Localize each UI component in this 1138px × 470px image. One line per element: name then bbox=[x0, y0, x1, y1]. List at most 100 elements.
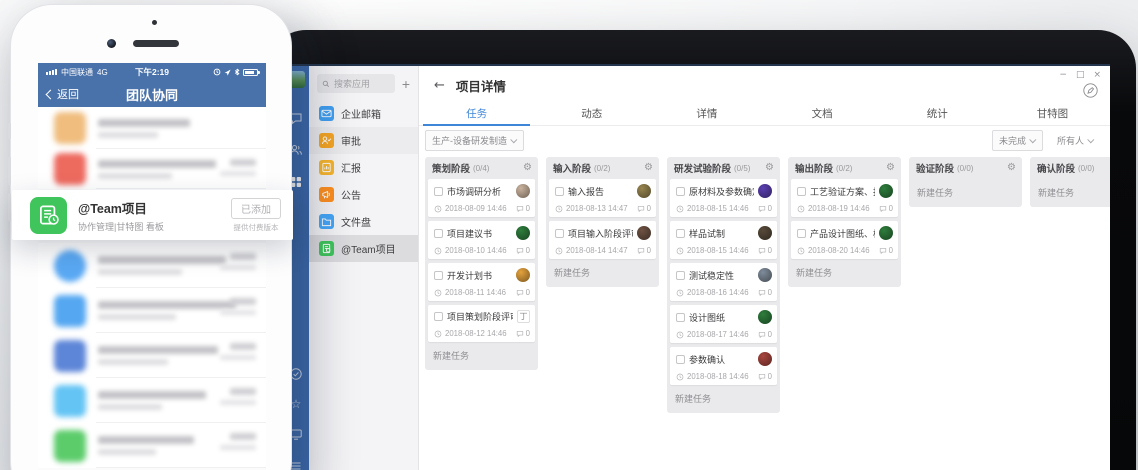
task-checkbox[interactable] bbox=[555, 187, 564, 196]
task-checkbox[interactable] bbox=[797, 229, 806, 238]
task-card[interactable]: 原材料及参数确定 2018-08-15 14:46 0 bbox=[670, 179, 777, 217]
task-card[interactable]: 测试稳定性 2018-08-16 14:46 0 bbox=[670, 263, 777, 301]
task-checkbox[interactable] bbox=[676, 271, 685, 280]
new-task-button[interactable]: 新建任务 bbox=[909, 179, 1022, 206]
star-icon[interactable]: ☆ bbox=[291, 398, 302, 410]
column-settings-icon[interactable]: ⚙ bbox=[886, 163, 895, 173]
blurred-app-icon bbox=[54, 385, 86, 417]
comments-icon bbox=[516, 247, 524, 255]
task-datetime: 2018-08-15 14:46 bbox=[687, 246, 749, 255]
task-checkbox[interactable] bbox=[676, 187, 685, 196]
task-checkbox[interactable] bbox=[555, 229, 564, 238]
task-checkbox[interactable] bbox=[797, 187, 806, 196]
task-card[interactable]: 设计图纸 2018-08-17 14:46 0 bbox=[670, 305, 777, 343]
maximize-button[interactable]: □ bbox=[1076, 71, 1085, 80]
tab-tasks[interactable]: 任务 bbox=[419, 101, 534, 125]
comment-count: 0 bbox=[768, 372, 772, 381]
cards-list: 市场调研分析 2018-08-09 14:46 0 项目建议书 bbox=[425, 179, 538, 342]
task-checkbox[interactable] bbox=[434, 312, 443, 321]
task-card[interactable]: 开发计划书 2018-08-11 14:46 0 bbox=[428, 263, 535, 301]
blurred-app-item bbox=[38, 333, 266, 378]
compose-icon[interactable] bbox=[1083, 83, 1098, 98]
task-card[interactable]: 产品设计图纸、校验规程 2018-08-20 14:46 0 bbox=[791, 221, 898, 259]
blurred-app-icon bbox=[54, 340, 86, 372]
proximity-sensor bbox=[152, 20, 157, 25]
task-checkbox[interactable] bbox=[676, 355, 685, 364]
task-card[interactable]: 项目建议书 2018-08-10 14:46 0 bbox=[428, 221, 535, 259]
sidebar-item-label: 汇报 bbox=[341, 160, 361, 175]
volume-down-button bbox=[8, 193, 11, 221]
sidebar-item-report[interactable]: 汇报 bbox=[309, 154, 418, 181]
task-card[interactable]: 项目策划阶段评审 丁 2018-08-12 14:46 0 bbox=[428, 305, 535, 342]
window-controls: − □ × bbox=[1059, 71, 1101, 80]
board-column: 研发试验阶段 (0/5) ⚙ 原材料及参数确定 2018-08-15 14:46… bbox=[667, 157, 780, 413]
comment-count: 0 bbox=[889, 204, 893, 213]
task-datetime: 2018-08-14 14:47 bbox=[566, 246, 628, 255]
tab-details[interactable]: 详情 bbox=[649, 101, 764, 125]
task-datetime: 2018-08-20 14:46 bbox=[808, 246, 870, 255]
added-button[interactable]: 已添加 bbox=[231, 198, 281, 219]
task-title: 市场调研分析 bbox=[447, 185, 512, 198]
sidebar-item-approval[interactable]: 审批 bbox=[309, 127, 418, 154]
assignee-avatar bbox=[637, 184, 651, 198]
task-checkbox[interactable] bbox=[434, 271, 443, 280]
column-header: 输出阶段 (0/2) ⚙ bbox=[788, 157, 901, 179]
new-task-button[interactable]: 新建任务 bbox=[667, 385, 780, 412]
assignee-avatar bbox=[516, 226, 530, 240]
battery-icon bbox=[243, 69, 258, 76]
new-task-button[interactable]: 新建任务 bbox=[425, 342, 538, 369]
task-card[interactable]: 样品试制 2018-08-15 14:46 0 bbox=[670, 221, 777, 259]
comment-count: 0 bbox=[768, 330, 772, 339]
board-column: 验证阶段 (0/0) ⚙ 新建任务 bbox=[909, 157, 1022, 207]
comments-icon bbox=[637, 205, 645, 213]
search-input[interactable]: 搜索应用 bbox=[317, 74, 395, 93]
new-task-button[interactable]: 新建任务 bbox=[788, 259, 901, 286]
sidebar-item-files[interactable]: 文件盘 bbox=[309, 208, 418, 235]
add-app-button[interactable]: + bbox=[402, 77, 410, 91]
tab-statistics[interactable]: 统计 bbox=[880, 101, 995, 125]
column-settings-icon[interactable]: ⚙ bbox=[765, 163, 774, 173]
task-checkbox[interactable] bbox=[434, 187, 443, 196]
tab-documents[interactable]: 文档 bbox=[765, 101, 880, 125]
phone-back-button[interactable]: 返回 bbox=[47, 86, 79, 102]
sidebar-item-announcement[interactable]: 公告 bbox=[309, 181, 418, 208]
clock-icon bbox=[555, 247, 563, 255]
task-card[interactable]: 参数确认 2018-08-18 14:46 0 bbox=[670, 347, 777, 385]
tab-activity[interactable]: 动态 bbox=[534, 101, 649, 125]
column-settings-icon[interactable]: ⚙ bbox=[644, 163, 653, 173]
sidebar-item-team-project[interactable]: @Team项目 bbox=[309, 235, 418, 262]
back-button[interactable]: ← bbox=[434, 78, 445, 93]
comments-icon bbox=[758, 247, 766, 255]
new-task-button[interactable]: 新建任务 bbox=[1030, 179, 1110, 206]
close-button[interactable]: × bbox=[1093, 71, 1101, 80]
task-card[interactable]: 市场调研分析 2018-08-09 14:46 0 bbox=[428, 179, 535, 217]
task-datetime: 2018-08-15 14:46 bbox=[687, 204, 749, 213]
featured-app-card[interactable]: @Team项目 协作管理|甘特图 看板 已添加 提供付费版本 bbox=[12, 190, 293, 240]
new-task-button[interactable]: 新建任务 bbox=[546, 259, 659, 286]
comments-icon bbox=[516, 205, 524, 213]
column-title: 确认阶段 bbox=[1037, 161, 1075, 175]
task-card[interactable]: 项目输入阶段评审 2018-08-14 14:47 0 bbox=[549, 221, 656, 259]
desktop-app-window: ☆ 搜索应用 + 企业邮箱 bbox=[283, 64, 1110, 470]
sidebar-item-mail[interactable]: 企业邮箱 bbox=[309, 100, 418, 127]
column-settings-icon[interactable]: ⚙ bbox=[1007, 163, 1016, 173]
announcement-icon bbox=[319, 187, 334, 202]
column-title: 策划阶段 bbox=[432, 161, 470, 175]
blurred-app-icon bbox=[54, 295, 86, 327]
task-card[interactable]: 输入报告 2018-08-13 14:47 0 bbox=[549, 179, 656, 217]
minimize-button[interactable]: − bbox=[1059, 71, 1067, 80]
task-checkbox[interactable] bbox=[676, 313, 685, 322]
chevron-down-icon bbox=[1029, 136, 1036, 143]
task-checkbox[interactable] bbox=[434, 229, 443, 238]
tab-gantt[interactable]: 甘特图 bbox=[995, 101, 1110, 125]
assignee-avatar bbox=[758, 268, 772, 282]
task-card[interactable]: 工艺验证方案、报告 2018-08-19 14:46 0 bbox=[791, 179, 898, 217]
cards-list: 输入报告 2018-08-13 14:47 0 项目输入阶段评审 bbox=[546, 179, 659, 259]
column-settings-icon[interactable]: ⚙ bbox=[523, 163, 532, 173]
assignee-filter-dropdown[interactable]: 所有人 bbox=[1051, 131, 1100, 150]
phone-screen: 中国联通 4G 下午2:19 返回 团队协同 bbox=[38, 63, 266, 470]
status-filter-dropdown[interactable]: 未完成 bbox=[992, 130, 1043, 151]
project-filter-dropdown[interactable]: 生产-设备研发制造 bbox=[425, 130, 524, 151]
task-checkbox[interactable] bbox=[676, 229, 685, 238]
page-header: ← 项目详情 bbox=[419, 69, 1110, 101]
